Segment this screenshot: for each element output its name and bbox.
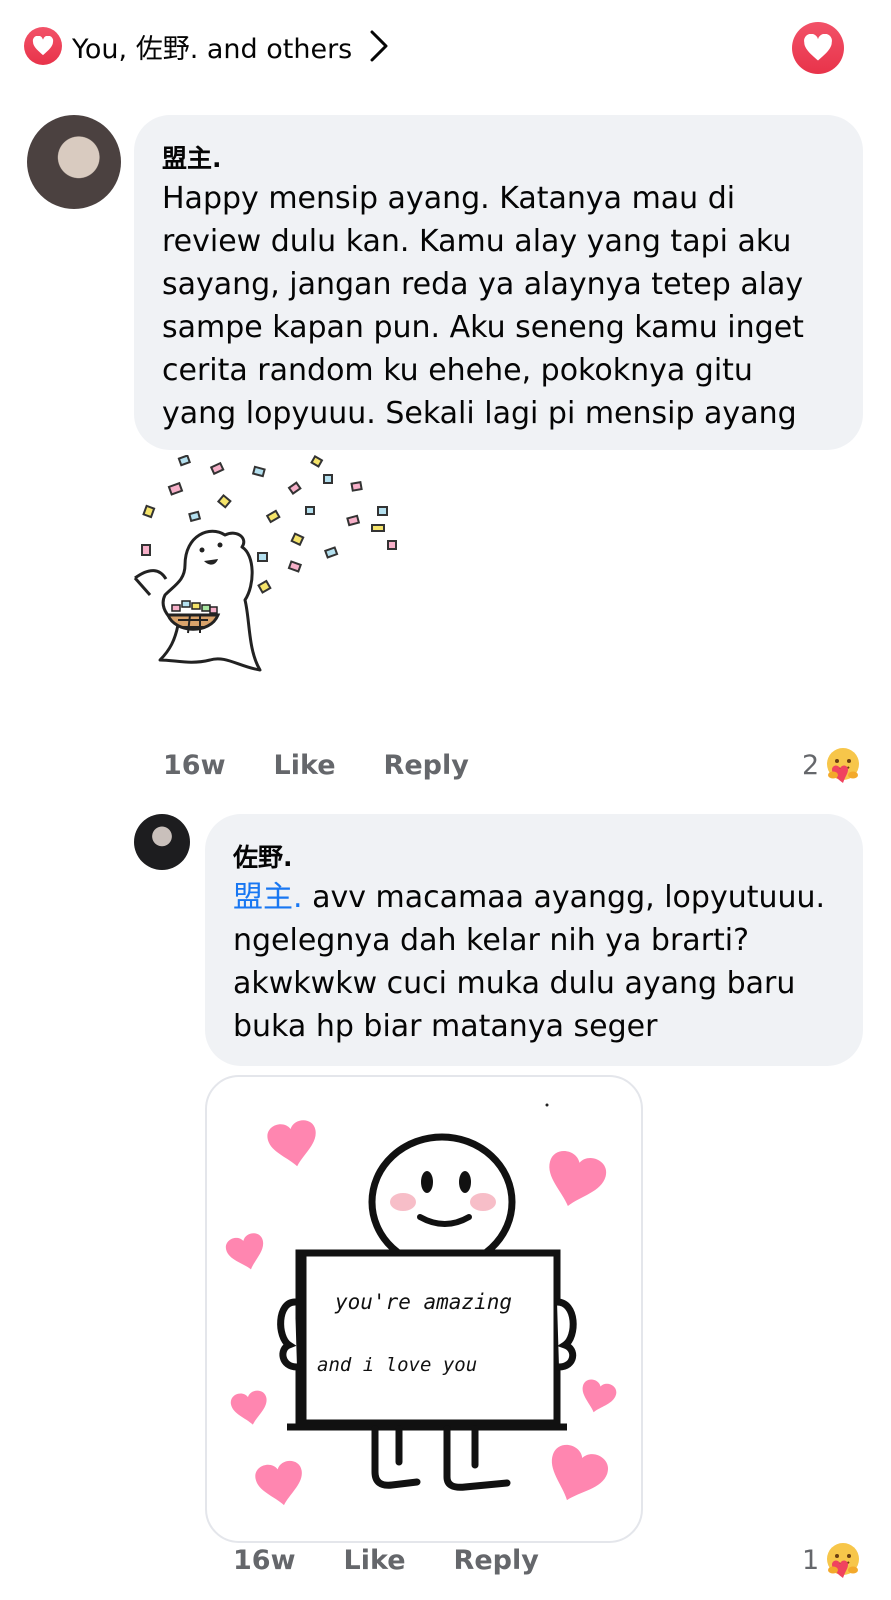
avatar[interactable] (134, 814, 190, 870)
care-emoji-icon (827, 748, 860, 783)
comment-text: 盟主. avv macamaa ayangg, lopyutuuu. ngele… (233, 876, 837, 1048)
reactions-summary-bar[interactable]: You, 佐野. and others (24, 22, 392, 70)
sticker-text-line1: you're amazing (334, 1290, 512, 1314)
like-button[interactable]: Like (274, 750, 336, 781)
comment-actions: 16w Like Reply (163, 750, 517, 781)
reactions-summary-text[interactable]: You, 佐野. and others (72, 27, 352, 66)
love-sign-sticker[interactable]: you're amazing and i love you (205, 1075, 643, 1543)
comment-actions: 16w Like Reply (233, 1545, 587, 1576)
comment-bubble[interactable]: 盟主. Happy mensip ayang. Katanya mau di r… (134, 115, 863, 450)
reaction-count-number: 2 (802, 749, 820, 781)
mention-link[interactable]: 盟主. (233, 880, 303, 915)
reaction-count-number: 1 (802, 1544, 820, 1576)
reaction-count[interactable]: 2 (802, 745, 863, 785)
like-button[interactable]: Like (344, 1545, 406, 1576)
comment-text: Happy mensip ayang. Katanya mau di revie… (162, 181, 804, 431)
comment-timestamp[interactable]: 16w (233, 1545, 296, 1576)
comment-author[interactable]: 盟主. (162, 141, 835, 177)
sticker-text-line2: and i love you (317, 1354, 477, 1376)
care-emoji-icon (827, 1543, 860, 1578)
avatar[interactable] (27, 115, 121, 209)
heart-icon (24, 27, 62, 65)
comment-timestamp[interactable]: 16w (163, 750, 226, 781)
confetti-sticker[interactable] (130, 455, 430, 695)
comment-author[interactable]: 佐野. (233, 840, 837, 876)
heart-reaction-button[interactable] (792, 22, 844, 74)
comment-text-body: avv macamaa ayangg, lopyutuuu. ngelegnya… (233, 880, 826, 1044)
chevron-right-icon[interactable] (366, 26, 392, 66)
reply-button[interactable]: Reply (454, 1545, 539, 1576)
reply-button[interactable]: Reply (384, 750, 469, 781)
comment-bubble[interactable]: 佐野. 盟主. avv macamaa ayangg, lopyutuuu. n… (205, 814, 863, 1066)
reaction-count[interactable]: 1 (802, 1540, 863, 1580)
